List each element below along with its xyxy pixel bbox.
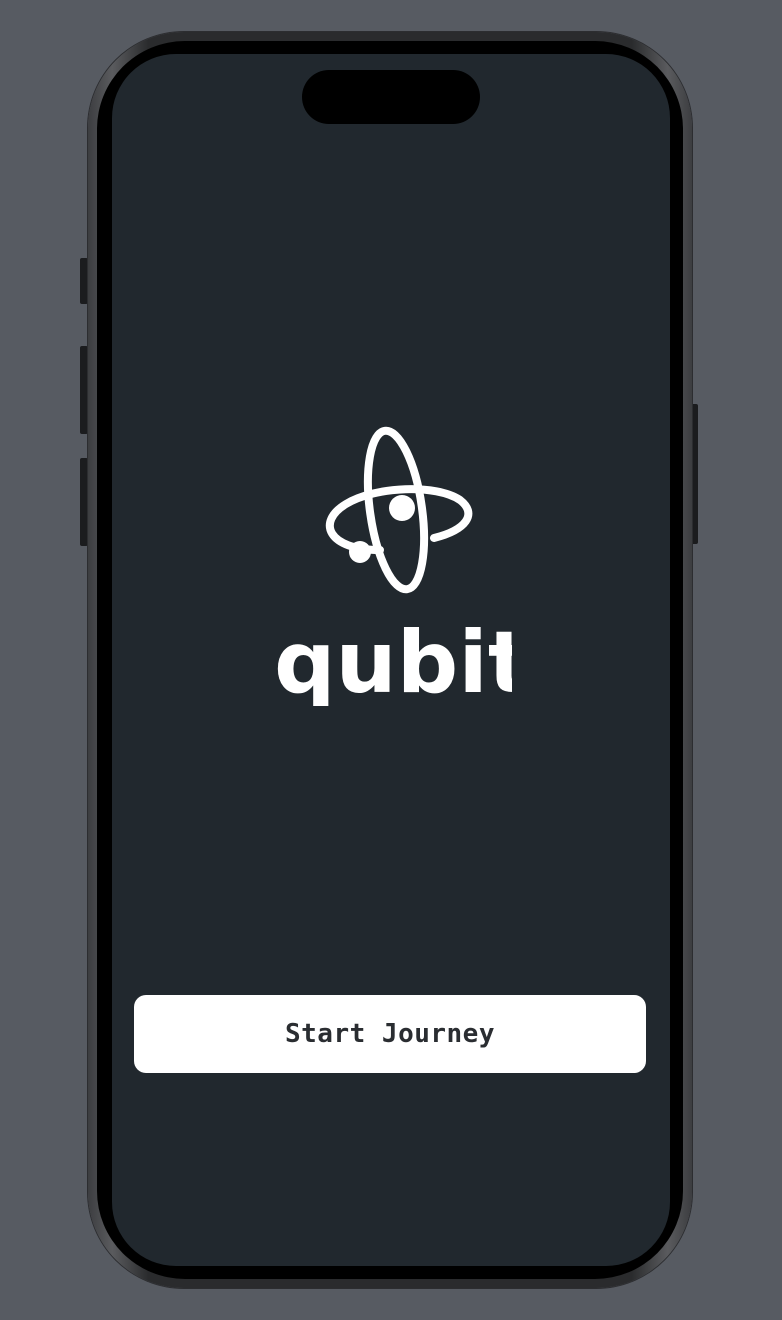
start-journey-label: Start Journey	[285, 1019, 495, 1049]
qubit-wordmark-logo: qubit	[274, 614, 512, 706]
wordmark-text: qubit	[274, 614, 512, 706]
volume-up-button	[80, 346, 88, 434]
device-stage: qubit Start Journey	[0, 0, 782, 1320]
volume-down-button	[80, 458, 88, 546]
dynamic-island	[302, 70, 480, 124]
action-button	[80, 258, 88, 304]
start-journey-button[interactable]: Start Journey	[134, 995, 646, 1073]
atom-orbit-icon	[325, 426, 473, 594]
app-screen: qubit Start Journey	[112, 54, 670, 1266]
